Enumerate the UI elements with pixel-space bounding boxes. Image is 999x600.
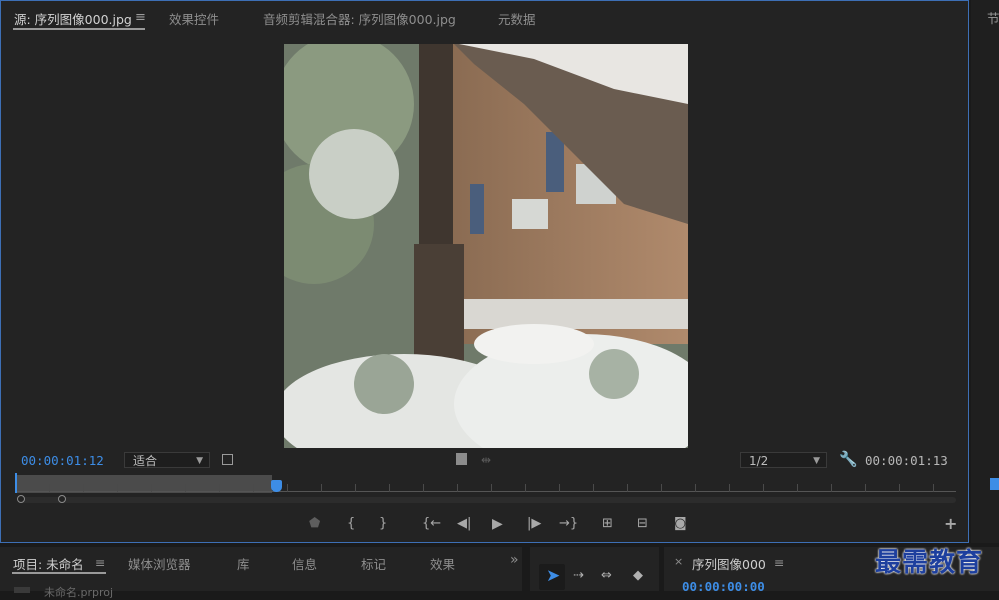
source-tab-menu-icon[interactable]: ≡ xyxy=(135,10,146,25)
project-tab-menu-icon[interactable]: ≡ xyxy=(95,555,105,570)
fit-dropdown[interactable]: 适合 ▼ xyxy=(124,452,210,468)
zoom-handle-left[interactable] xyxy=(17,495,25,503)
folder-icon xyxy=(14,587,30,593)
tab-effects[interactable]: 效果 xyxy=(430,554,455,573)
tab-media-browser[interactable]: 媒体浏览器 xyxy=(128,554,191,573)
zoom-scrollbar[interactable] xyxy=(21,497,956,503)
preview-image xyxy=(284,44,688,448)
add-marker-icon[interactable]: ⬟ xyxy=(309,517,320,531)
current-timecode[interactable]: 00:00:01:12 xyxy=(21,453,104,468)
go-to-in-icon[interactable]: {← xyxy=(422,517,441,531)
tools-panel: ➤ ⇢ ⇔ ◆ xyxy=(530,547,659,591)
time-ruler[interactable] xyxy=(16,491,956,492)
drop-frame-icon[interactable] xyxy=(456,453,467,465)
fit-dropdown-value: 适合 xyxy=(133,454,158,468)
camera-icon[interactable]: ◙ xyxy=(674,517,687,531)
overflow-menu-icon[interactable]: » xyxy=(510,552,519,568)
sequence-tab-menu-icon[interactable]: ≡ xyxy=(774,555,784,570)
play-icon[interactable]: ▶ xyxy=(492,517,503,531)
tab-libraries[interactable]: 库 xyxy=(237,554,250,573)
in-point-marker[interactable] xyxy=(15,473,17,493)
insert-icon[interactable]: ⊞ xyxy=(602,517,613,531)
project-panel: 项目: 未命名 ≡ 媒体浏览器 库 信息 标记 效果 » 未命名.prproj xyxy=(0,547,522,599)
tab-sequence[interactable]: 序列图像000 xyxy=(692,554,766,573)
tab-markers[interactable]: 标记 xyxy=(361,554,386,573)
watermark-logo: 最需教育 xyxy=(875,548,984,578)
chevron-down-icon: ▼ xyxy=(813,456,820,466)
step-back-icon[interactable]: ◀| xyxy=(457,517,471,531)
razor-tool-icon[interactable]: ◆ xyxy=(633,568,643,583)
adjacent-playhead[interactable] xyxy=(990,478,999,490)
project-file-item[interactable]: 未命名.prproj xyxy=(44,584,113,600)
mark-out-icon[interactable]: } xyxy=(379,517,387,531)
tab-effect-controls[interactable]: 效果控件 xyxy=(169,9,219,28)
adjacent-panel-tab[interactable]: 节 xyxy=(987,8,999,27)
ripple-edit-tool-icon[interactable]: ⇔ xyxy=(601,568,612,583)
selection-tool-icon[interactable]: ➤ xyxy=(546,566,560,586)
tab-project[interactable]: 项目: 未命名 xyxy=(13,554,84,573)
track-select-tool-icon[interactable]: ⇢ xyxy=(573,568,584,583)
tab-source[interactable]: 源: 序列图像000.jpg xyxy=(14,9,132,28)
active-tab-underline xyxy=(12,572,106,574)
wrench-icon[interactable]: 🔧 xyxy=(839,450,858,468)
settings-bracket-icon[interactable] xyxy=(222,454,233,465)
duration-timecode: 00:00:01:13 xyxy=(865,453,948,468)
tab-metadata[interactable]: 元数据 xyxy=(498,9,536,28)
zoom-handle-right[interactable] xyxy=(58,495,66,503)
mark-in-icon[interactable]: { xyxy=(347,517,355,531)
go-to-out-icon[interactable]: →} xyxy=(559,517,578,531)
tab-info[interactable]: 信息 xyxy=(292,554,317,573)
overwrite-icon[interactable]: ⊟ xyxy=(637,517,648,531)
active-tab-underline xyxy=(13,28,145,30)
tab-audio-clip-mixer[interactable]: 音频剪辑混合器: 序列图像000.jpg xyxy=(263,9,456,28)
sequence-timecode[interactable]: 00:00:00:00 xyxy=(682,579,765,594)
close-tab-icon[interactable]: × xyxy=(674,555,683,568)
resolution-dropdown-value: 1/2 xyxy=(749,454,769,468)
source-monitor-panel: 源: 序列图像000.jpg ≡ 效果控件 音频剪辑混合器: 序列图像000.j… xyxy=(0,0,969,543)
chevron-down-icon: ▼ xyxy=(196,456,203,466)
adjacent-panel-strip: 节 xyxy=(971,0,999,543)
add-button-icon[interactable]: + xyxy=(944,516,957,532)
playhead[interactable] xyxy=(271,480,283,492)
step-forward-icon[interactable]: |▶ xyxy=(527,517,541,531)
resolution-dropdown[interactable]: 1/2 ▼ xyxy=(740,452,827,468)
insert-overwrite-icon[interactable]: ⇹ xyxy=(481,453,491,467)
